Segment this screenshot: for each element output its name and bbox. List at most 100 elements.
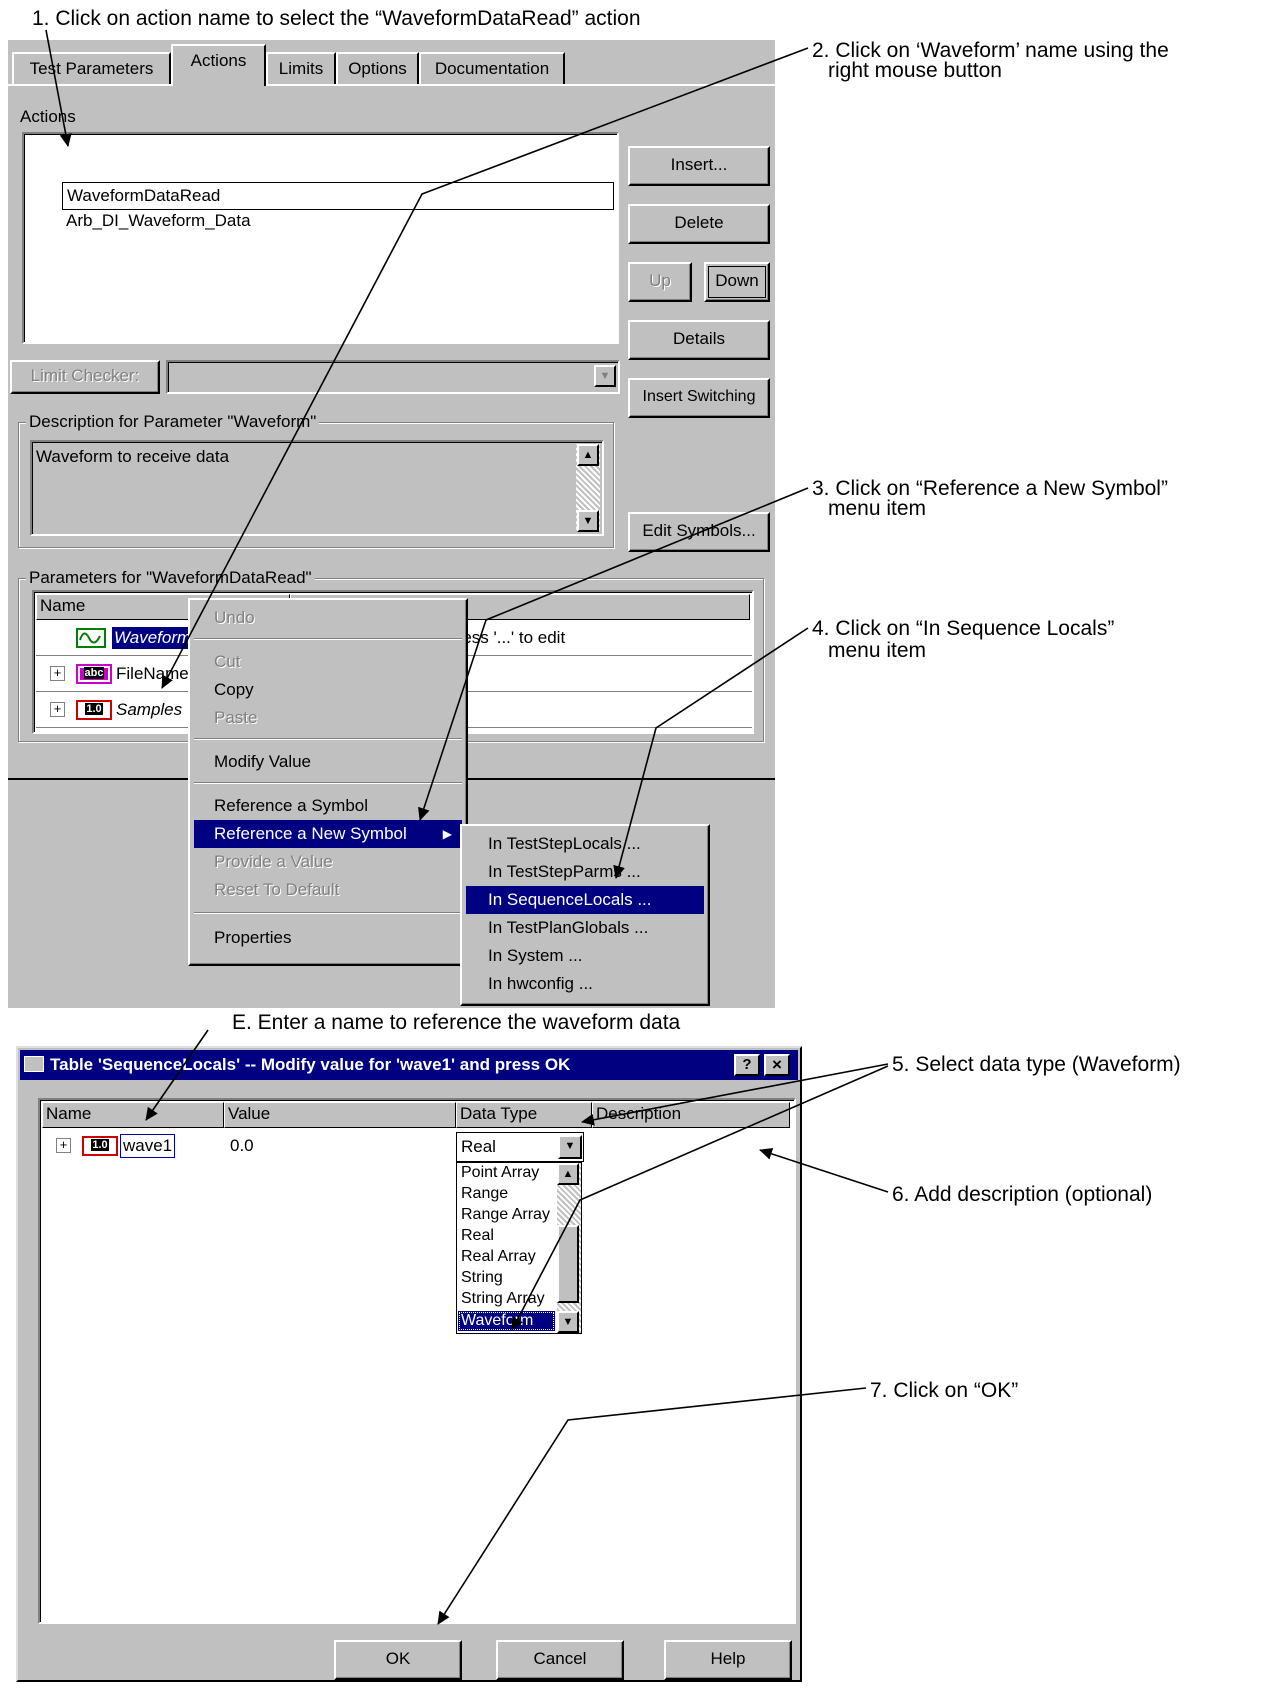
dropdown-option[interactable]: Range Array: [461, 1205, 553, 1225]
dialog-title-bar: Table 'SequenceLocals' -- Modify value f…: [20, 1050, 798, 1080]
table-row[interactable]: + 1.0 wave1 0.0 Real ▼: [42, 1128, 792, 1164]
context-menu: Undo Cut Copy Paste Modify Value Referen…: [188, 598, 468, 966]
details-button[interactable]: Details: [628, 320, 770, 360]
tab-test-parameters[interactable]: Test Parameters: [12, 52, 171, 84]
description-text: Waveform to receive data: [36, 447, 230, 466]
insert-switching-button[interactable]: Insert Switching: [628, 378, 770, 418]
submenu-item-hwconfig[interactable]: In hwconfig ...: [466, 970, 704, 998]
sequencelocals-table[interactable]: Name Value Data Type Description + 1.0 w…: [38, 1098, 796, 1624]
action-item-waveformdataread[interactable]: WaveformDataRead: [62, 182, 614, 210]
submenu-arrow-icon: ▶: [442, 827, 452, 841]
modify-value-dialog: Table 'SequenceLocals' -- Modify value f…: [16, 1046, 802, 1682]
tab-options[interactable]: Options: [336, 52, 419, 84]
dropdown-option[interactable]: Real: [461, 1226, 494, 1246]
expand-icon[interactable]: +: [50, 666, 65, 681]
annotation-step-3-cont: menu item: [828, 497, 927, 520]
symbol-name-input[interactable]: wave1: [120, 1134, 176, 1158]
scroll-thumb[interactable]: [557, 1225, 579, 1303]
scroll-down-icon[interactable]: ▼: [577, 510, 599, 532]
delete-button[interactable]: Delete: [628, 204, 770, 244]
dropdown-option[interactable]: String: [461, 1268, 503, 1288]
tab-actions[interactable]: Actions: [171, 44, 266, 86]
chevron-down-icon[interactable]: ▼: [558, 1135, 582, 1159]
string-icon: abc: [76, 664, 112, 684]
submenu-item-teststepparms[interactable]: In TestStepParms ...: [466, 858, 704, 886]
expand-icon[interactable]: +: [50, 702, 65, 717]
close-icon[interactable]: ×: [764, 1054, 790, 1076]
limit-checker-button[interactable]: Limit Checker:: [10, 360, 160, 394]
submenu-item-system[interactable]: In System ...: [466, 942, 704, 970]
menu-item-reference-new-symbol[interactable]: Reference a New Symbol ▶: [194, 820, 462, 848]
annotation-step-e: E. Enter a name to reference the wavefor…: [232, 1011, 681, 1034]
chevron-down-icon[interactable]: ▼: [594, 365, 616, 387]
column-header-description[interactable]: Description: [592, 1102, 790, 1128]
action-item-arb-di-waveform-data[interactable]: Arb_DI_Waveform_Data: [66, 210, 251, 232]
up-button[interactable]: Up: [628, 262, 692, 302]
column-header-value[interactable]: Value: [224, 1102, 456, 1128]
actions-list[interactable]: WaveformDataRead Arb_DI_Waveform_Data: [22, 132, 619, 344]
annotation-step-2-cont: right mouse button: [828, 59, 1002, 82]
dropdown-scrollbar[interactable]: ▲ ▼: [557, 1163, 581, 1333]
menu-item-reference-new-symbol-label: Reference a New Symbol: [214, 824, 407, 843]
insert-button[interactable]: Insert...: [628, 146, 770, 186]
limit-checker-select[interactable]: ▼: [166, 360, 620, 394]
scroll-up-icon[interactable]: ▲: [577, 444, 599, 466]
dropdown-option[interactable]: Real Array: [461, 1247, 536, 1267]
menu-item-reference-symbol[interactable]: Reference a Symbol: [194, 792, 462, 820]
submenu-item-teststeplocals[interactable]: In TestStepLocals ...: [466, 830, 704, 858]
ok-button[interactable]: OK: [334, 1640, 462, 1680]
edit-symbols-button[interactable]: Edit Symbols...: [628, 512, 770, 552]
column-header-data-type[interactable]: Data Type: [456, 1102, 592, 1128]
waveform-icon: [76, 628, 106, 648]
column-header-name[interactable]: Name: [42, 1102, 224, 1128]
help-button[interactable]: Help: [664, 1640, 792, 1680]
real-icon: 1.0: [76, 700, 112, 720]
menu-separator: [194, 638, 462, 640]
reference-new-symbol-submenu: In TestStepLocals ... In TestStepParms .…: [460, 824, 710, 1006]
table-icon: [24, 1056, 44, 1072]
menu-item-reset-default[interactable]: Reset To Default: [194, 876, 462, 904]
submenu-item-testplanglobals[interactable]: In TestPlanGlobals ...: [466, 914, 704, 942]
annotation-step-7: 7. Click on “OK”: [870, 1379, 1019, 1402]
menu-item-undo[interactable]: Undo: [194, 604, 462, 632]
annotation-step-5: 5. Select data type (Waveform): [892, 1053, 1181, 1076]
data-type-value: Real: [461, 1137, 496, 1156]
annotation-step-4-cont: menu item: [828, 639, 927, 662]
param-name[interactable]: FileName: [116, 663, 189, 685]
tab-strip-edge: [8, 84, 775, 86]
tab-limits[interactable]: Limits: [266, 52, 336, 84]
dropdown-option-selected[interactable]: Waveform: [458, 1311, 555, 1331]
data-type-dropdown[interactable]: Point Array Range Range Array Real Real …: [456, 1162, 582, 1334]
menu-separator: [194, 782, 462, 784]
menu-item-provide-value[interactable]: Provide a Value: [194, 848, 462, 876]
tab-documentation[interactable]: Documentation: [419, 52, 565, 84]
dialog-title: Table 'SequenceLocals' -- Modify value f…: [50, 1055, 571, 1074]
description-box[interactable]: Waveform to receive data ▲ ▼: [30, 440, 604, 536]
symbol-value[interactable]: 0.0: [230, 1135, 254, 1157]
data-type-select[interactable]: Real ▼: [456, 1132, 584, 1162]
param-name[interactable]: Samples: [116, 699, 182, 721]
dropdown-option[interactable]: Point Array: [461, 1163, 539, 1183]
help-icon[interactable]: ?: [734, 1054, 760, 1076]
menu-item-cut[interactable]: Cut: [194, 648, 462, 676]
cancel-button[interactable]: Cancel: [496, 1640, 624, 1680]
dropdown-option[interactable]: String Array: [461, 1289, 545, 1309]
menu-item-paste[interactable]: Paste: [194, 704, 462, 732]
description-scrollbar[interactable]: ▲ ▼: [576, 444, 600, 532]
scroll-up-icon[interactable]: ▲: [557, 1163, 579, 1185]
real-icon: 1.0: [82, 1136, 118, 1156]
annotation-step-1: 1. Click on action name to select the “W…: [32, 7, 641, 30]
parameters-label: Parameters for "WaveformDataRead": [26, 568, 315, 588]
submenu-item-sequencelocals[interactable]: In SequenceLocals ...: [466, 886, 704, 914]
dropdown-option[interactable]: Range: [461, 1184, 508, 1204]
menu-item-modify-value[interactable]: Modify Value: [194, 748, 462, 776]
annotation-step-4: 4. Click on “In Sequence Locals”: [812, 617, 1115, 640]
scroll-down-icon[interactable]: ▼: [557, 1311, 579, 1333]
expand-icon[interactable]: +: [56, 1138, 71, 1153]
actions-label: Actions: [20, 107, 76, 126]
down-button[interactable]: Down: [704, 262, 770, 302]
param-name[interactable]: Waveform: [112, 627, 194, 649]
menu-item-copy[interactable]: Copy: [194, 676, 462, 704]
menu-item-properties[interactable]: Properties: [194, 924, 462, 952]
annotation-step-6: 6. Add description (optional): [892, 1183, 1153, 1206]
